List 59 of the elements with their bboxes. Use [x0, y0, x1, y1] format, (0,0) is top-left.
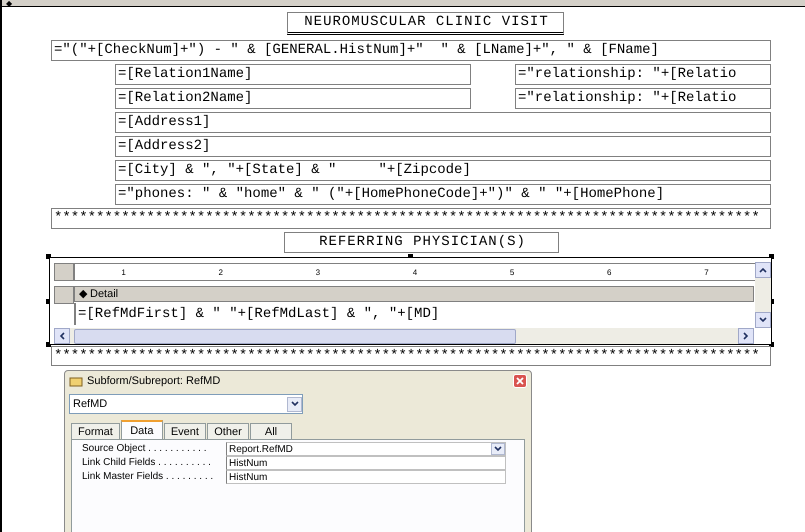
vertical-scrollbar[interactable]	[755, 262, 771, 328]
close-icon	[516, 377, 524, 385]
horizontal-scrollbar[interactable]	[54, 328, 754, 344]
property-tab[interactable]: Event	[164, 423, 206, 439]
subreport-control[interactable]: 1 2 3 4 5 6 7 ◆ Detail =[RefMdFirst] & " "+[RefMdLast] & ", "+[MD]	[49, 257, 772, 345]
ruler-number: 4	[412, 268, 418, 276]
property-tab[interactable]: Data	[120, 420, 163, 439]
scroll-down-button[interactable]	[755, 312, 771, 328]
chevron-icon	[759, 267, 767, 273]
properties-icon	[69, 375, 83, 387]
text-box-control[interactable]: ="phones: " & "home" & " ("+[HomePhoneCode]+")" & " "+[HomePhone]	[115, 184, 771, 205]
report-title-label[interactable]: NEUROMUSCULAR CLINIC VISIT	[287, 12, 564, 35]
property-value-field[interactable]: HistNum	[226, 456, 506, 470]
property-tab[interactable]: Other	[206, 423, 249, 439]
ruler-number: 5	[510, 268, 514, 276]
property-value-field[interactable]: HistNum	[226, 470, 506, 484]
text-box-control[interactable]: ************************************************************************************	[51, 208, 771, 229]
text-box-control[interactable]: =[Relation1Name]	[115, 64, 471, 85]
text-box-control[interactable]: =[Relation2Name]	[115, 88, 471, 109]
report-selector[interactable]	[54, 263, 74, 281]
property-tab[interactable]: Format	[71, 423, 120, 439]
property-name: Link Child Fields . . . . . . . . . .	[81, 456, 211, 470]
section-selector[interactable]	[54, 286, 74, 304]
dropdown-button[interactable]	[491, 443, 505, 455]
text-box-control[interactable]: ************************************************************************************	[51, 346, 771, 366]
text-box-control[interactable]: =[RefMdFirst] & " "+[RefMdLast] & ", "+[MD]	[74, 303, 751, 325]
chevron-icon	[59, 332, 65, 340]
text-box-control[interactable]: ="("+[CheckNum]+") - " & [GENERAL.HistNum]+" " & [LName]+", " & [FName]	[51, 40, 771, 61]
property-tab[interactable]: All	[250, 423, 292, 439]
text-box-control[interactable]: ="relationship: "+[Relatio	[515, 64, 771, 85]
ruler-number: 7	[704, 268, 709, 276]
ruler-number: 1	[121, 268, 126, 276]
text-box-control[interactable]: ="relationship: "+[Relatio	[515, 88, 771, 109]
ruler-number: 2	[218, 268, 223, 276]
text-box-control[interactable]: =[Address1]	[115, 112, 771, 133]
property-name: Link Master Fields . . . . . . . . .	[81, 470, 214, 484]
chevron-icon	[759, 317, 767, 323]
window-title: Subform/Subreport: RefMD	[87, 375, 220, 387]
scroll-up-button[interactable]	[755, 262, 771, 278]
ruler-number: 3	[316, 268, 320, 276]
chevron-icon	[494, 446, 502, 452]
dropdown-button[interactable]	[287, 396, 302, 412]
property-name: Source Object . . . . . . . . . . .	[81, 442, 206, 456]
scroll-right-button[interactable]	[738, 328, 754, 344]
chevron-icon	[290, 401, 298, 407]
text-box-control[interactable]: =[City] & ", "+[State] & " "+[Zipcode]	[115, 160, 771, 181]
scroll-left-button[interactable]	[54, 328, 70, 344]
ruler-number: 6	[607, 268, 612, 276]
section-label: Detail	[90, 287, 118, 301]
section-title-label[interactable]: REFERRING PHYSICIAN(S)	[284, 232, 559, 253]
text-box-control[interactable]: =[Address2]	[115, 136, 771, 157]
chevron-icon	[743, 332, 749, 340]
scroll-thumb[interactable]	[74, 329, 516, 344]
section-marker-icon: ◆	[79, 287, 87, 301]
close-button[interactable]	[513, 374, 527, 388]
object-name: RefMD	[73, 398, 108, 410]
property-value-field[interactable]: Report.RefMD	[226, 442, 506, 456]
object-dropdown[interactable]: RefMD	[69, 394, 303, 414]
detail-section-bar[interactable]: ◆ Detail	[74, 286, 754, 302]
